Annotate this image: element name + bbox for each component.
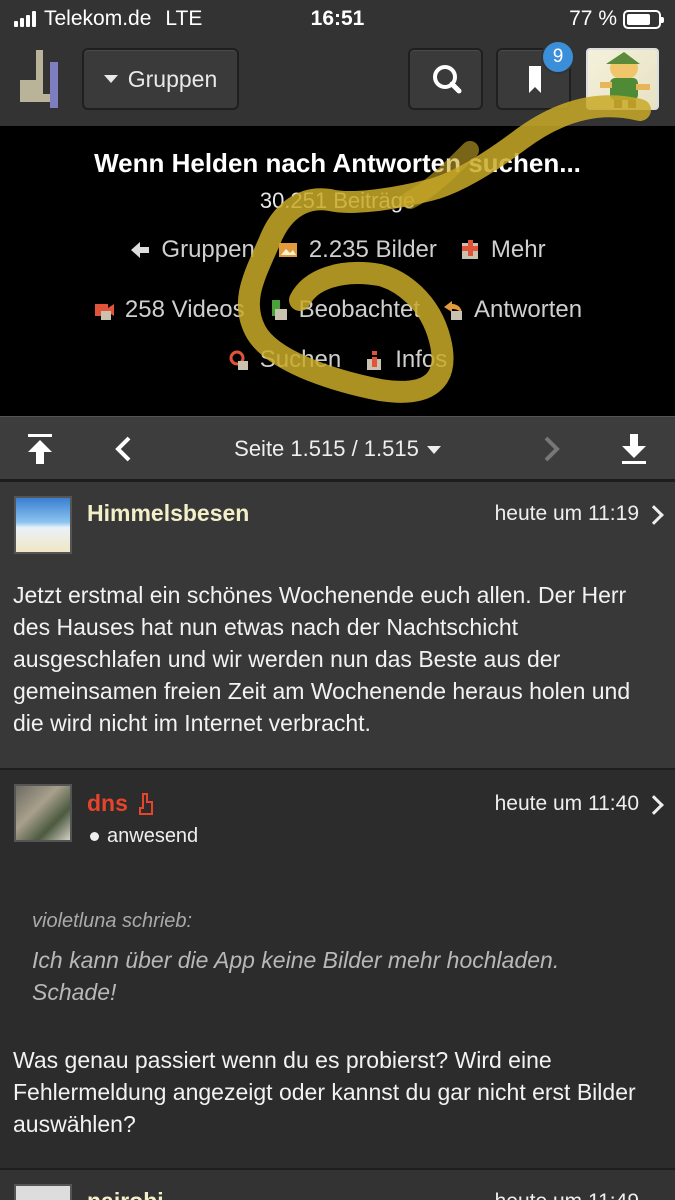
group-links-row: Suchen Infos (0, 346, 675, 374)
last-page-icon[interactable] (618, 432, 650, 466)
search-icon (433, 65, 462, 94)
video-icon (94, 304, 114, 320)
post: Himmelsbesen heute um 11:19 Jetzt erstma… (0, 480, 675, 768)
group-title: Wenn Helden nach Antworten suchen... (94, 148, 581, 178)
user-avatar[interactable] (586, 48, 659, 110)
status-label: anwesend (107, 825, 199, 847)
link-groups[interactable]: Gruppen (129, 236, 255, 264)
group-info-panel: Wenn Helden nach Antworten suchen... 30.… (0, 126, 675, 416)
link-info-label: Infos (395, 346, 448, 373)
bookmark-count-badge: 9 (541, 40, 575, 74)
info-icon (367, 351, 382, 370)
post-time[interactable]: heute um 11:40 (495, 792, 639, 816)
status-dot (90, 832, 99, 841)
link-info[interactable]: Infos (363, 346, 447, 374)
online-status: anwesend (90, 825, 198, 848)
quote-text: Ich kann über die App keine Bilder mehr … (32, 947, 560, 1005)
app-header: Gruppen 9 (0, 38, 675, 126)
avatar[interactable] (14, 1184, 72, 1200)
link-images[interactable]: 2.235 Bilder (277, 236, 437, 264)
post: dns heute um 11:40 anwesend violetluna s… (0, 768, 675, 1168)
link-search-label: Suchen (259, 346, 342, 373)
search-button[interactable] (408, 48, 483, 110)
avatar[interactable] (14, 496, 72, 554)
link-images-label: 2.235 Bilder (308, 236, 437, 263)
plus-icon (461, 240, 478, 259)
post-time[interactable]: heute um 11:49 (495, 1190, 639, 1200)
pagination-bar: Seite 1.515 / 1.515 (0, 416, 675, 480)
link-more-label: Mehr (490, 236, 546, 263)
post-text: Jetzt erstmal ein schönes Wochenende euc… (13, 582, 631, 736)
username-label: dns (87, 790, 128, 816)
arrow-left-icon (131, 242, 150, 258)
post-time[interactable]: heute um 11:19 (495, 502, 639, 526)
post: nairobi heute um 11:49 (0, 1168, 675, 1200)
moderator-icon (138, 792, 153, 815)
link-more[interactable]: Mehr (459, 236, 546, 264)
status-bar: Telekom.de LTE 16:51 77 % (0, 0, 675, 38)
next-page-icon[interactable] (541, 435, 563, 463)
quote-author: violetluna schrieb: (32, 910, 193, 932)
link-answers-label: Antworten (474, 296, 583, 323)
link-watched[interactable]: Beobachtet (267, 296, 420, 324)
app-logo[interactable] (18, 48, 62, 110)
link-watched-label: Beobachtet (298, 296, 421, 323)
avatar[interactable] (14, 784, 72, 842)
link-answers[interactable]: Antworten (442, 296, 582, 324)
images-icon (278, 243, 297, 257)
chevron-right-icon[interactable] (644, 795, 664, 815)
link-groups-label: Gruppen (161, 236, 255, 263)
group-links-row: Gruppen 2.235 Bilder Mehr (0, 236, 675, 264)
post-text: Was genau passiert wenn du es probierst?… (13, 1047, 636, 1137)
caret-down-icon (103, 75, 118, 83)
battery-percent: 77 % (569, 7, 617, 30)
link-search[interactable]: Suchen (228, 346, 341, 374)
groups-dropdown-button[interactable]: Gruppen (82, 48, 239, 110)
page-selector[interactable]: Seite 1.515 / 1.515 (0, 436, 675, 462)
username[interactable]: dns (87, 790, 154, 817)
link-videos[interactable]: 258 Videos (93, 296, 245, 324)
username[interactable]: nairobi (87, 1188, 164, 1200)
group-links-row: 258 Videos Beobachtet Antworten (0, 296, 675, 324)
post-count: 30.251 Beiträge (259, 188, 416, 213)
chevron-right-icon[interactable] (644, 505, 664, 525)
watch-icon (271, 300, 287, 320)
link-videos-label: 258 Videos (124, 296, 245, 323)
username[interactable]: Himmelsbesen (87, 500, 249, 527)
avatar-image (600, 52, 650, 108)
page-indicator: Seite 1.515 / 1.515 (234, 436, 419, 461)
caret-down-icon (426, 446, 441, 455)
groups-label: Gruppen (127, 65, 218, 92)
search-group-icon (229, 350, 248, 370)
battery-icon (623, 9, 664, 29)
reply-icon (444, 301, 463, 320)
